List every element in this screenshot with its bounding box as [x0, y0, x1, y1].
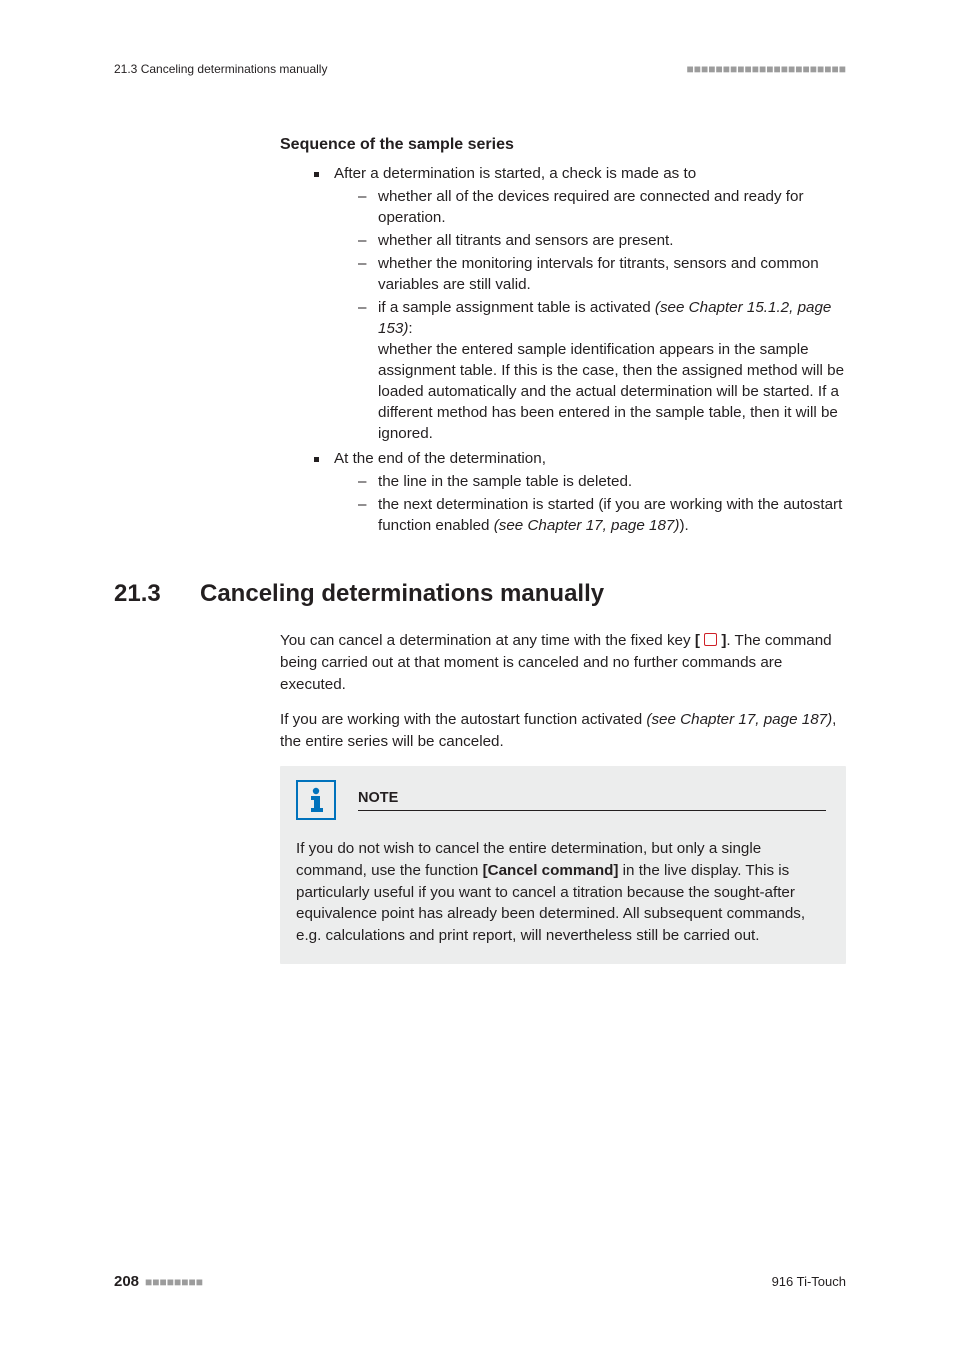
seq-item-start-text: After a determination is started, a chec… [334, 165, 696, 182]
para-autostart-a: If you are working with the autostart fu… [280, 711, 646, 728]
running-head-decor: ■■■■■■■■■■■■■■■■■■■■■■ [687, 62, 846, 76]
seq-item-end: At the end of the determination, the lin… [314, 449, 846, 537]
page-number: 208 [114, 1273, 139, 1290]
seq-sub-titrants: whether all titrants and sensors are pre… [358, 231, 846, 252]
seq-sub-sample-table-body: whether the entered sample identificatio… [378, 340, 846, 445]
sequence-heading: Sequence of the sample series [280, 136, 846, 154]
seq-item-end-sublist: the line in the sample table is deleted.… [358, 472, 846, 537]
seq-sub-line-deleted: the line in the sample table is deleted. [358, 472, 846, 493]
seq-item-end-text: At the end of the determination, [334, 450, 546, 467]
section-title: Canceling determinations manually [200, 580, 604, 608]
section-number: 21.3 [114, 580, 200, 608]
seq-sub-devices: whether all of the devices required are … [358, 187, 846, 229]
seq-sub-next-det-ref: (see Chapter 17, page 187) [494, 517, 680, 534]
note-body: If you do not wish to cancel the entire … [296, 838, 830, 946]
note-box: NOTE If you do not wish to cancel the en… [280, 766, 846, 964]
para-cancel-key: You can cancel a determination at any ti… [280, 630, 846, 695]
seq-sub-sample-table-a: if a sample assignment table is activate… [378, 299, 655, 316]
running-head-left: 21.3 Canceling determinations manually [114, 62, 327, 76]
note-label: NOTE [358, 790, 830, 808]
seq-item-start-sublist: whether all of the devices required are … [358, 187, 846, 445]
seq-sub-next-det: the next determination is started (if yo… [358, 495, 846, 537]
para-cancel-key-a: You can cancel a determination at any ti… [280, 632, 695, 649]
note-rule [358, 810, 826, 811]
sequence-list: After a determination is started, a chec… [314, 164, 846, 536]
info-icon [296, 780, 336, 820]
para-autostart: If you are working with the autostart fu… [280, 709, 846, 752]
seq-item-start: After a determination is started, a chec… [314, 164, 846, 445]
seq-sub-sample-table-b: : [408, 320, 412, 337]
seq-sub-next-det-b: ). [679, 517, 688, 534]
para-autostart-ref: (see Chapter 17, page 187) [646, 711, 832, 728]
footer-model: 916 Ti-Touch [772, 1274, 846, 1289]
page-footer: 208 ■■■■■■■■ 916 Ti-Touch [114, 1273, 846, 1290]
note-body-bold: [Cancel command] [483, 862, 619, 879]
footer-decor: ■■■■■■■■ [145, 1275, 203, 1289]
seq-sub-monitoring: whether the monitoring intervals for tit… [358, 254, 846, 296]
section-heading: 21.3 Canceling determinations manually [114, 580, 846, 608]
stop-icon [704, 633, 717, 646]
seq-sub-sample-table: if a sample assignment table is activate… [358, 298, 846, 445]
